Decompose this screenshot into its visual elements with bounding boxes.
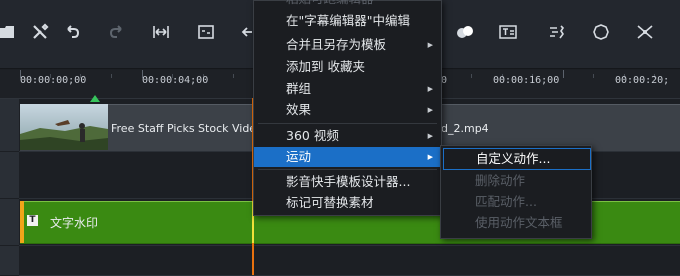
text-icon[interactable] bbox=[495, 18, 521, 46]
submenu-item-match-motion[interactable]: 匹配动作... bbox=[443, 192, 589, 212]
undo-icon[interactable] bbox=[59, 18, 85, 46]
clip-trim-handle[interactable] bbox=[20, 201, 24, 243]
submenu-item-use-motion-textbox[interactable]: 使用动作文本框 bbox=[443, 213, 589, 233]
menu-item-merge-save-template[interactable]: 合并且另存为模板 ▶ bbox=[254, 35, 441, 55]
motion-submenu: 自定义动作... 删除动作 匹配动作... 使用动作文本框 bbox=[440, 145, 592, 239]
menu-item-motion[interactable]: 运动 ▶ bbox=[254, 147, 441, 167]
video-clip-label: Free Staff Picks Stock Video bbox=[111, 122, 263, 135]
submenu-arrow-icon: ▶ bbox=[427, 106, 433, 114]
menu-item-faded: 粘贴可跑编辑器 bbox=[254, 0, 441, 9]
mask-icon[interactable] bbox=[588, 18, 614, 46]
title-type-icon: T bbox=[27, 215, 38, 226]
submenu-arrow-icon: ▶ bbox=[427, 153, 433, 161]
more-icon[interactable] bbox=[632, 18, 658, 46]
timecode-label: 00:00:00;00 bbox=[20, 75, 87, 86]
fit-width-icon[interactable] bbox=[148, 18, 174, 46]
timecode-label: 00:00:04;00 bbox=[142, 75, 209, 86]
menu-item-group[interactable]: 群组 ▶ bbox=[254, 79, 441, 99]
redo-icon[interactable] bbox=[104, 18, 130, 46]
video-track-header[interactable] bbox=[0, 99, 20, 151]
tools-icon[interactable] bbox=[27, 18, 53, 46]
audio-track[interactable] bbox=[19, 246, 680, 276]
timecode-label: 00:00:16;00 bbox=[493, 75, 560, 86]
submenu-item-delete-motion[interactable]: 删除动作 bbox=[443, 171, 589, 191]
timecode-label: 00:00:20; bbox=[615, 75, 670, 86]
video-thumbnail bbox=[20, 104, 108, 150]
context-menu: 粘贴可跑编辑器 在"字幕编辑器"中编辑 合并且另存为模板▶ 添加到 收藏夹 群组… bbox=[253, 0, 442, 216]
video-clip-label-2: d_2.mp4 bbox=[441, 122, 489, 135]
menu-item-360-video[interactable]: 360 视频 ▶ bbox=[254, 126, 441, 146]
audio-track-header[interactable] bbox=[0, 246, 20, 275]
menu-item-add-to-favorites[interactable]: 添加到 收藏夹 bbox=[254, 57, 441, 77]
marker-icon[interactable] bbox=[90, 95, 100, 102]
menu-separator bbox=[258, 169, 437, 170]
submenu-arrow-icon: ▶ bbox=[427, 132, 433, 140]
menu-item-template-designer[interactable]: 影音快手模板设计器... bbox=[254, 172, 441, 192]
submenu-arrow-icon: ▶ bbox=[427, 85, 433, 93]
menu-separator bbox=[258, 123, 437, 124]
subtitle-icon[interactable] bbox=[193, 18, 219, 46]
menu-item-edit-in-subtitle-editor[interactable]: 在"字幕编辑器"中编辑 bbox=[254, 11, 441, 31]
title-clip-label: 文字水印 bbox=[50, 216, 99, 230]
motion-icon[interactable] bbox=[544, 18, 570, 46]
overlay-track-header[interactable] bbox=[0, 152, 20, 198]
save-icon[interactable] bbox=[0, 18, 20, 46]
submenu-item-custom-motion[interactable]: 自定义动作... bbox=[443, 148, 591, 170]
menu-item-effects[interactable]: 效果 ▶ bbox=[254, 100, 441, 120]
menu-item-mark-replaceable[interactable]: 标记可替换素材 bbox=[254, 193, 441, 213]
color-icon[interactable] bbox=[452, 18, 478, 46]
title-track-header[interactable] bbox=[0, 199, 20, 245]
submenu-arrow-icon: ▶ bbox=[427, 41, 433, 49]
